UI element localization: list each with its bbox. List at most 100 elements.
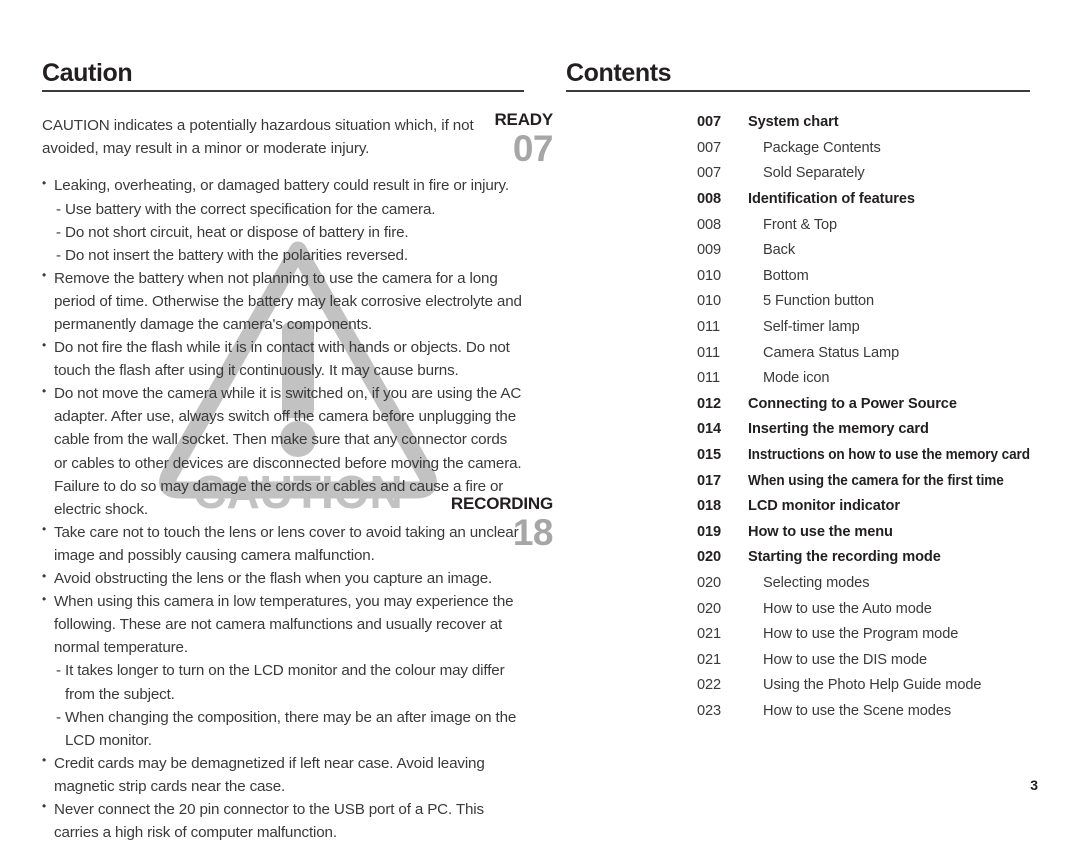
toc-entry-title: 5 Function button xyxy=(763,293,875,310)
toc-entry-page: 008 xyxy=(697,216,722,233)
toc-entry-page: 020 xyxy=(697,549,722,566)
toc-entry-page: 010 xyxy=(697,293,722,310)
toc-entry-title: Self-timer lamp xyxy=(763,319,860,335)
toc-entry-page: 007 xyxy=(697,139,722,156)
toc-entry-title: Sold Separately xyxy=(763,165,865,182)
toc-entry[interactable]: 007 Sold Separately xyxy=(697,161,1030,187)
caution-sub-bullet: It takes longer to turn on the LCD monit… xyxy=(42,659,524,705)
toc-entry-page: 020 xyxy=(697,600,722,617)
toc-entry-title: Starting the recording mode xyxy=(748,549,941,566)
toc-entry[interactable]: 010 5 Function button xyxy=(697,289,1030,315)
toc-entry-page: 023 xyxy=(697,702,722,719)
caution-bullet: Avoid obstructing the lens or the flash … xyxy=(42,567,524,590)
table-of-contents: READY 07 007 System chart 007 Package Content… xyxy=(451,110,1030,724)
toc-entry[interactable]: 010 Bottom xyxy=(697,264,1030,290)
toc-entry[interactable]: 019 How to use the menu xyxy=(697,520,1030,546)
caution-bullet: Remove the battery when not planning to … xyxy=(42,266,524,336)
toc-entry-page: 010 xyxy=(697,267,722,284)
toc-entry-page: 011 xyxy=(697,344,720,361)
toc-entry[interactable]: 017 When using the camera for the first t… xyxy=(697,469,1030,495)
toc-row-list: 007 System chart 007 Package Contents 007 Sol… xyxy=(697,110,1030,494)
toc-entry-page: 019 xyxy=(697,523,722,540)
toc-entry-page: 014 xyxy=(697,421,722,438)
toc-entry[interactable]: 011 Camera Status Lamp xyxy=(697,341,1030,367)
toc-entry-page: 012 xyxy=(697,395,722,412)
caution-sub-bullet: Do not short circuit, heat or dispose of… xyxy=(42,221,524,244)
caution-bullet: Do not fire the flash while it is in con… xyxy=(42,336,524,382)
toc-entry[interactable]: 020 Selecting modes xyxy=(697,571,1030,597)
toc-entry-title: How to use the Auto mode xyxy=(763,600,932,617)
caution-bullet: Credit cards may be demagnetized if left… xyxy=(42,751,524,798)
toc-entry-page: 018 xyxy=(697,498,722,515)
toc-entry[interactable]: 015 Instructions on how to use the memory… xyxy=(697,443,1030,469)
toc-section-page-number: 07 xyxy=(512,128,554,170)
toc-entry-page: 008 xyxy=(697,191,722,208)
toc-entry-page: 021 xyxy=(697,626,722,643)
toc-entry[interactable]: 007 System chart xyxy=(697,110,1030,136)
caution-sub-bullet: When changing the composition, there may… xyxy=(42,706,524,752)
toc-entry[interactable]: 008 Identification of features xyxy=(697,187,1030,213)
toc-entry[interactable]: 009 Back xyxy=(697,238,1030,264)
manual-page: CAUTION Caution CAUTION indicates a pote… xyxy=(0,0,1080,841)
toc-entry-page: 011 xyxy=(697,319,720,335)
toc-entry-title: How to use the Program mode xyxy=(763,626,959,643)
toc-entry[interactable]: 022 Using the Photo Help Guide mode xyxy=(697,673,1030,699)
toc-entry-title: Instructions on how to use the memory ca… xyxy=(748,446,1030,463)
toc-group: RECORDING 18 018 LCD monitor indicator 019 Ho… xyxy=(451,494,1030,724)
toc-entry-title: How to use the menu xyxy=(748,523,893,540)
toc-entry-title: Back xyxy=(763,242,796,259)
caution-bullet: Never connect the 20 pin connector to th… xyxy=(42,797,524,844)
toc-entry-title: System chart xyxy=(748,114,839,131)
toc-entry[interactable]: 011 Self-timer lamp xyxy=(697,315,1030,341)
toc-entry-title: Connecting to a Power Source xyxy=(748,395,957,412)
toc-entry[interactable]: 021 How to use the DIS mode xyxy=(697,648,1030,674)
toc-section-label: RECORDING xyxy=(450,494,553,514)
toc-entry[interactable]: 007 Package Contents xyxy=(697,136,1030,162)
toc-entry[interactable]: 018 LCD monitor indicator xyxy=(697,494,1030,520)
toc-entry-title: Using the Photo Help Guide mode xyxy=(763,677,982,694)
toc-entry[interactable]: 012 Connecting to a Power Source xyxy=(697,392,1030,418)
caution-column: Caution CAUTION indicates a potentially … xyxy=(42,60,524,844)
toc-entry[interactable]: 021 How to use the Program mode xyxy=(697,622,1030,648)
toc-entry-page: 022 xyxy=(697,677,722,694)
toc-section-tag: READY 07 xyxy=(353,110,554,170)
toc-entry-title: How to use the Scene modes xyxy=(763,702,952,719)
toc-entry-title: Inserting the memory card xyxy=(748,421,929,438)
toc-entry-page: 021 xyxy=(697,651,722,668)
toc-entry-title: Bottom xyxy=(763,267,809,284)
toc-entry-page: 009 xyxy=(697,242,722,259)
toc-entry-title: Front & Top xyxy=(763,216,838,233)
caution-heading: Caution xyxy=(42,60,524,93)
toc-entry[interactable]: 008 Front & Top xyxy=(697,213,1030,239)
page-number: 3 xyxy=(1030,777,1038,793)
toc-entry[interactable]: 020 Starting the recording mode xyxy=(697,545,1030,571)
caution-bullet: When using this camera in low temperatur… xyxy=(42,590,524,659)
toc-entry[interactable]: 023 How to use the Scene modes xyxy=(697,699,1030,725)
toc-entry-page: 020 xyxy=(697,574,722,591)
caution-sub-bullet: Use battery with the correct specificati… xyxy=(42,198,524,221)
toc-entry-page: 007 xyxy=(697,165,722,182)
toc-entry[interactable]: 014 Inserting the memory card xyxy=(697,417,1030,443)
toc-entry[interactable]: 020 How to use the Auto mode xyxy=(697,597,1030,623)
toc-entry-title: Mode icon xyxy=(763,370,830,387)
caution-bullet: Leaking, overheating, or damaged battery… xyxy=(42,174,524,197)
toc-entry-title: When using the camera for the first time xyxy=(748,472,1004,489)
toc-entry-page: 007 xyxy=(697,114,722,131)
toc-entry[interactable]: 011 Mode icon xyxy=(697,366,1030,392)
toc-section-label: READY xyxy=(494,110,553,130)
toc-entry-title: LCD monitor indicator xyxy=(748,498,900,515)
contents-heading: Contents xyxy=(566,60,1030,93)
toc-entry-page: 011 xyxy=(697,370,720,387)
toc-entry-title: Identification of features xyxy=(748,191,915,208)
contents-column: Contents READY 07 007 System chart 007 Packag… xyxy=(451,60,1030,725)
toc-group: READY 07 007 System chart 007 Package Content… xyxy=(494,110,1030,494)
toc-section-tag: RECORDING 18 xyxy=(353,494,554,554)
toc-entry-page: 017 xyxy=(697,472,722,489)
toc-entry-title: Camera Status Lamp xyxy=(763,344,900,361)
caution-sub-bullet: Do not insert the battery with the polar… xyxy=(42,244,524,267)
toc-entry-title: Selecting modes xyxy=(763,574,870,591)
toc-row-list: 018 LCD monitor indicator 019 How to use th… xyxy=(697,494,1030,724)
toc-entry-page: 015 xyxy=(697,446,722,463)
toc-section-page-number: 18 xyxy=(512,512,554,554)
toc-entry-title: Package Contents xyxy=(763,139,881,156)
